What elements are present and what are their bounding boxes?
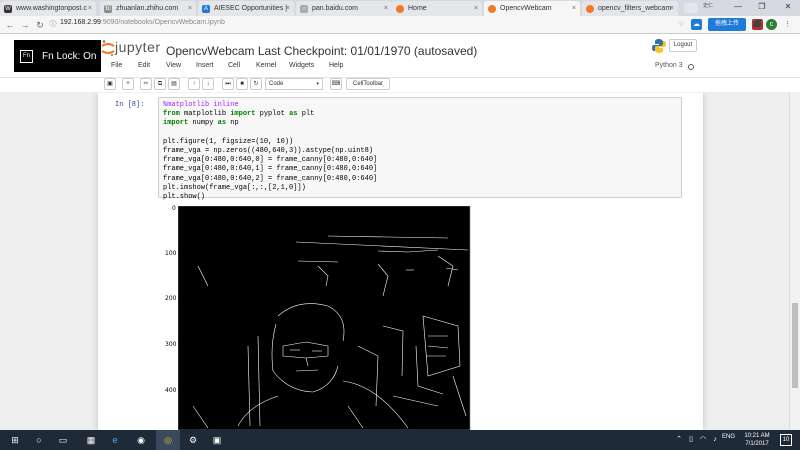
close-tab-icon[interactable]: × bbox=[384, 1, 388, 16]
info-icon[interactable]: ⓘ bbox=[46, 18, 60, 32]
browser-tab-opencv-filters[interactable]: opencv_filters_webcam × bbox=[582, 1, 678, 16]
browser-tab-strip: W www.washingtonpost.c × 知 zhuanlan.zhih… bbox=[0, 0, 800, 16]
edge-image bbox=[178, 206, 471, 431]
windows-start-icon[interactable]: ⊞ bbox=[8, 433, 22, 447]
interrupt-kernel-icon[interactable]: ■ bbox=[236, 78, 248, 90]
user-chip[interactable]: 史仁 bbox=[703, 2, 713, 9]
paste-icon[interactable]: ▤ bbox=[168, 78, 180, 90]
input-prompt: In [8]: bbox=[115, 101, 145, 109]
url-input[interactable]: 192.168.2.99:9090/notebooks/OpencvWebcam… bbox=[60, 19, 225, 26]
task-view-icon[interactable]: ▭ bbox=[56, 433, 70, 447]
menu-edit[interactable]: Edit bbox=[138, 62, 150, 69]
clock[interactable]: 10:21 AM 7/1/2017 bbox=[740, 432, 774, 448]
notebook-toolbar: ▣ + ✂ ⧉ ▤ ↑ ↓ ⏭ ■ ↻ Code ▾ ⌨ CellToolbar bbox=[0, 78, 800, 92]
back-icon[interactable]: ← bbox=[3, 18, 17, 32]
zhihu-favicon-icon: 知 bbox=[104, 5, 112, 13]
chrome-icon[interactable]: ◎ bbox=[161, 433, 175, 447]
reload-icon[interactable]: ↻ bbox=[33, 18, 47, 32]
bookmark-star-icon[interactable]: ☆ bbox=[676, 19, 687, 30]
move-up-icon[interactable]: ↑ bbox=[188, 78, 200, 90]
kernel-status-icon bbox=[688, 64, 694, 70]
settings-gear-icon[interactable]: ⚙ bbox=[186, 433, 200, 447]
baidu-cloud-icon[interactable]: ☁ bbox=[691, 19, 702, 30]
kernel-indicator: Python 3 bbox=[655, 62, 683, 69]
cell-type-select[interactable]: Code ▾ bbox=[265, 78, 323, 90]
python-logo-icon bbox=[651, 38, 667, 59]
browser-tab-aiesec[interactable]: A AIESEC Opportunities | × bbox=[198, 1, 294, 16]
close-tab-icon[interactable]: × bbox=[188, 1, 192, 16]
new-tab-button[interactable] bbox=[684, 3, 698, 13]
washingtonpost-favicon-icon: W bbox=[4, 5, 12, 13]
jupyter-orbit-icon bbox=[101, 40, 115, 56]
close-tab-icon[interactable]: × bbox=[572, 1, 576, 16]
forward-icon[interactable]: → bbox=[18, 18, 32, 32]
notification-center-icon[interactable]: 10 bbox=[780, 434, 792, 446]
cut-icon[interactable]: ✂ bbox=[140, 78, 152, 90]
upload-button[interactable]: 拖拽上传 bbox=[708, 18, 746, 31]
jupyter-favicon-icon bbox=[586, 5, 594, 13]
menu-insert[interactable]: Insert bbox=[196, 62, 214, 69]
scrollbar-thumb[interactable] bbox=[792, 303, 798, 388]
language-indicator[interactable]: ENG bbox=[722, 434, 735, 440]
volume-icon[interactable]: ♪ bbox=[708, 433, 722, 447]
menu-help[interactable]: Help bbox=[329, 62, 343, 69]
store-icon[interactable]: ▦ bbox=[84, 433, 98, 447]
jupyter-logo[interactable]: jupyter bbox=[101, 39, 160, 62]
y-tick-label: 400 bbox=[165, 387, 177, 394]
run-cell-icon[interactable]: ⏭ bbox=[222, 78, 234, 90]
maximize-icon[interactable]: ❐ bbox=[750, 0, 774, 14]
menu-file[interactable]: File bbox=[111, 62, 122, 69]
close-tab-icon[interactable]: × bbox=[670, 1, 674, 16]
jupyter-favicon-icon bbox=[396, 5, 404, 13]
menu-kernel[interactable]: Kernel bbox=[256, 62, 276, 69]
browser-tab-opencvwebcam[interactable]: OpencvWebcam × bbox=[484, 1, 580, 16]
minimize-icon[interactable]: — bbox=[726, 0, 750, 14]
y-tick-label: 0 bbox=[172, 205, 176, 212]
y-tick-label: 200 bbox=[165, 295, 177, 302]
close-window-icon[interactable]: ✕ bbox=[776, 0, 800, 14]
app-icon[interactable]: ◉ bbox=[134, 433, 148, 447]
y-tick-label: 300 bbox=[165, 341, 177, 348]
notebook-title[interactable]: OpencvWebcam Last Checkpoint: 01/01/1970… bbox=[166, 44, 477, 58]
windows-taskbar: ⊞ ○ ▭ ▦ e ◉ ◎ ⚙ ▣ ⌃ ▯ ◠ ♪ ENG 10:21 AM 7… bbox=[0, 430, 800, 450]
menu-cell[interactable]: Cell bbox=[228, 62, 240, 69]
close-tab-icon[interactable]: × bbox=[286, 1, 290, 16]
baidu-favicon-icon: ○ bbox=[300, 5, 308, 13]
browser-tab-home[interactable]: Home × bbox=[392, 1, 482, 16]
menu-view[interactable]: View bbox=[166, 62, 181, 69]
pdf-extension-icon[interactable]: ⬛ bbox=[752, 19, 763, 30]
close-tab-icon[interactable]: × bbox=[474, 1, 478, 16]
green-extension-icon[interactable]: c bbox=[766, 19, 777, 30]
y-tick-label: 100 bbox=[165, 250, 177, 257]
code-editor[interactable]: %matplotlib inline from matplotlib impor… bbox=[163, 101, 377, 202]
browser-tab-washingtonpost[interactable]: W www.washingtonpost.c × bbox=[0, 1, 96, 16]
terminal-icon[interactable]: ▣ bbox=[210, 433, 224, 447]
vertical-scrollbar[interactable] bbox=[789, 93, 800, 430]
close-tab-icon[interactable]: × bbox=[88, 1, 92, 16]
address-bar: ← → ↻ ⓘ 192.168.2.99:9090/notebooks/Open… bbox=[0, 16, 800, 34]
chrome-menu-icon[interactable]: ⋮ bbox=[782, 19, 793, 30]
save-icon[interactable]: ▣ bbox=[104, 78, 116, 90]
edge-icon[interactable]: e bbox=[108, 433, 122, 447]
menu-widgets[interactable]: Widgets bbox=[289, 62, 314, 69]
celltoolbar-button[interactable]: CellToolbar bbox=[346, 78, 390, 90]
restart-kernel-icon[interactable]: ↻ bbox=[250, 78, 262, 90]
screen: W www.washingtonpost.c × 知 zhuanlan.zhih… bbox=[0, 0, 800, 450]
copy-icon[interactable]: ⧉ bbox=[154, 78, 166, 90]
move-down-icon[interactable]: ↓ bbox=[202, 78, 214, 90]
browser-tab-zhihu[interactable]: 知 zhuanlan.zhihu.com × bbox=[100, 1, 196, 16]
browser-tab-baidu[interactable]: ○ pan.baidu.com × bbox=[296, 1, 392, 16]
logout-button[interactable]: Logout bbox=[669, 39, 697, 52]
command-palette-icon[interactable]: ⌨ bbox=[330, 78, 342, 90]
chevron-down-icon: ▾ bbox=[316, 81, 319, 87]
code-cell[interactable]: %matplotlib inline from matplotlib impor… bbox=[158, 97, 682, 201]
aiesec-favicon-icon: A bbox=[202, 5, 210, 13]
insert-cell-icon[interactable]: + bbox=[122, 78, 134, 90]
cortana-icon[interactable]: ○ bbox=[32, 433, 46, 447]
jupyter-favicon-icon bbox=[488, 5, 496, 13]
